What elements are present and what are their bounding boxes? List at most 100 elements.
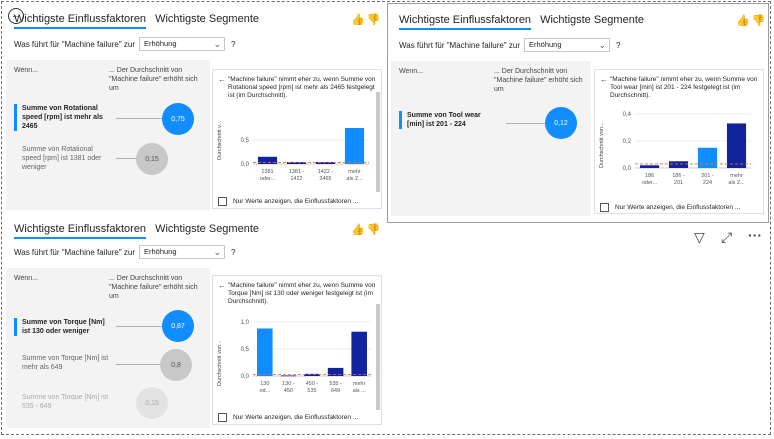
x-tick-label: als 2... [346, 176, 363, 182]
x-tick-label: 186 [645, 173, 654, 179]
help-icon[interactable]: ? [616, 41, 620, 50]
influence-bubble[interactable]: 0,87 [162, 310, 194, 342]
checkbox-box[interactable] [218, 413, 227, 422]
x-tick-label: 450 [284, 388, 293, 394]
y-axis-label: Durchschnitt v... [217, 120, 223, 160]
checkbox-label: Nur Werte anzeigen, die Einflussfaktoren… [233, 414, 359, 421]
tab-top-segments[interactable]: Wichtigste Segmente [540, 14, 644, 30]
x-tick-label: als ... [353, 388, 367, 394]
influencer-item[interactable]: Summe von Torque [Nm] ist 130 oder wenig… [14, 318, 112, 336]
tab-key-influencers[interactable]: Wichtigste Einflussfaktoren [399, 14, 532, 30]
column-header-left: Wenn... [14, 275, 38, 282]
scrollbar[interactable] [376, 92, 380, 192]
x-tick-label: 201 [674, 180, 683, 186]
feedback-icons[interactable]: 👍👎 [736, 14, 767, 27]
y-axis-label: Durchschnitt von... [599, 122, 605, 168]
influencer-item[interactable]: Summe von Tool wear [min] ist 201 - 224 [399, 111, 493, 129]
tab-key-influencers[interactable]: Wichtigste Einflussfaktoren [14, 13, 147, 29]
connector-line [116, 326, 166, 327]
column-header-right: ... Der Durchschnitt von "Machine failur… [494, 68, 583, 93]
bar [280, 375, 297, 377]
focus-mode-icon[interactable]: ⤢ [721, 229, 732, 246]
checkbox-label: Nur Werte anzeigen, die Einflussfaktoren… [233, 198, 359, 205]
x-tick-label: mehr [353, 381, 366, 387]
influence-bubble[interactable]: 0,8 [160, 349, 192, 381]
influence-bubble[interactable]: 0,12 [545, 107, 577, 139]
help-icon[interactable]: ? [231, 40, 235, 49]
question-row: Was führt für "Machine failure" zur Erhö… [14, 245, 235, 259]
question-row: Was führt für "Machine failure" zur Erhö… [14, 37, 235, 51]
direction-select-value: Erhöhung [528, 40, 562, 49]
influence-bubble[interactable]: 0,15 [136, 143, 168, 175]
back-arrow-icon[interactable]: ← [600, 75, 608, 84]
scrollbar[interactable] [376, 304, 380, 410]
bar [697, 147, 718, 168]
bar [726, 123, 747, 168]
feedback-icons[interactable]: 👍👎 [351, 13, 382, 26]
influencer-item[interactable]: Summe von Rotational speed [rpm] ist meh… [14, 104, 112, 131]
x-tick-label: 186 - [672, 173, 685, 179]
question-label: Was führt für "Machine failure" zur [14, 247, 135, 257]
x-tick-label: oder... [260, 176, 276, 182]
tab-top-segments[interactable]: Wichtigste Segmente [155, 13, 259, 29]
x-tick-label: 1381 - [289, 169, 305, 175]
more-options-icon[interactable]: ··· [748, 227, 762, 243]
tab-key-influencers[interactable]: Wichtigste Einflussfaktoren [14, 223, 147, 239]
x-tick-label: 130 - [282, 381, 295, 387]
filter-checkbox[interactable]: Nur Werte anzeigen, die Einflussfaktoren… [218, 197, 358, 206]
direction-select[interactable]: Erhöhung ⌄ [138, 37, 225, 51]
help-icon[interactable]: ? [231, 248, 235, 257]
x-tick-label: 535 - [329, 381, 342, 387]
direction-select[interactable]: Erhöhung ⌄ [523, 38, 610, 52]
detail-pane: ← "Machine failure" nimmt eher zu, wenn … [212, 69, 382, 209]
influencers-pane: Wenn... ... Der Durchschnitt von "Machin… [6, 60, 210, 210]
question-label: Was führt für "Machine failure" zur [399, 40, 520, 50]
filter-icon[interactable]: ▽ [694, 229, 705, 246]
influence-bubble[interactable]: 0,15 [136, 387, 168, 419]
influence-chart: 1,0 0,5 0,0 130od... 130 -450 450 -535 535 -64… [241, 320, 371, 394]
y-tick-label: 0,0 [623, 166, 632, 172]
chevron-down-icon: ⌄ [598, 40, 606, 50]
influencer-item[interactable]: Summe von Rotational speed [rpm] ist 138… [22, 145, 112, 172]
checkbox-box[interactable] [600, 203, 609, 212]
chevron-down-icon: ⌄ [213, 39, 221, 49]
x-tick-label: 450 - [306, 381, 319, 387]
back-arrow-icon[interactable]: ← [218, 281, 226, 290]
direction-select-value: Erhöhung [143, 247, 177, 256]
feedback-icons[interactable]: 👍👎 [351, 223, 382, 236]
x-tick-label: 224 [703, 180, 712, 186]
chevron-down-icon: ⌄ [213, 247, 221, 257]
y-tick-label: 0,5 [241, 347, 250, 353]
influencers-pane: Wenn... ... Der Durchschnitt von "Machin… [391, 61, 591, 216]
influencer-item[interactable]: Summe von Torque [Nm] ist 535 - 649 [22, 393, 112, 411]
x-tick-label: od... [259, 388, 270, 394]
back-arrow-icon[interactable]: ← [218, 75, 226, 84]
bar [351, 331, 367, 376]
influence-bubble[interactable]: 0,75 [162, 103, 194, 135]
direction-select-value: Erhöhung [143, 39, 177, 48]
influence-chart: 0,5 0,0 1381oder... 1381 -1422 1422 -2465 meh… [241, 128, 369, 182]
column-header-left: Wenn... [14, 67, 38, 74]
filter-checkbox[interactable]: Nur Werte anzeigen, die Einflussfaktoren… [218, 413, 358, 422]
x-tick-label: 649 [331, 388, 340, 394]
bar [668, 161, 689, 168]
y-tick-label: 0,0 [241, 162, 250, 168]
tab-top-segments[interactable]: Wichtigste Segmente [155, 223, 259, 239]
detail-description: "Machine failure" nimmt eher zu, wenn Su… [228, 76, 376, 99]
detail-description: "Machine failure" nimmt eher zu, wenn Su… [228, 282, 376, 305]
filter-checkbox[interactable]: Nur Werte anzeigen, die Einflussfaktoren… [600, 203, 740, 212]
y-tick-label: 0,2 [623, 139, 632, 145]
direction-select[interactable]: Erhöhung ⌄ [138, 245, 225, 259]
y-tick-label: 0,4 [623, 112, 632, 118]
checkbox-box[interactable] [218, 197, 227, 206]
x-tick-label: oder... [642, 180, 658, 186]
column-header-right: ... Der Durchschnitt von "Machine failur… [109, 275, 198, 300]
influencer-item[interactable]: Summe von Torque [Nm] ist mehr als 649 [22, 354, 112, 372]
x-tick-label: 1422 [290, 176, 302, 182]
influencers-pane: Wenn... ... Der Durchschnitt von "Machin… [6, 268, 210, 428]
bar [344, 128, 365, 164]
key-influencers-visual-1: ← Wichtigste Einflussfaktoren Wichtigste… [3, 3, 383, 211]
x-tick-label: 2465 [319, 176, 331, 182]
y-tick-label: 0,0 [241, 374, 250, 380]
detail-pane: ← "Machine failure" nimmt eher zu, wenn … [594, 69, 764, 214]
